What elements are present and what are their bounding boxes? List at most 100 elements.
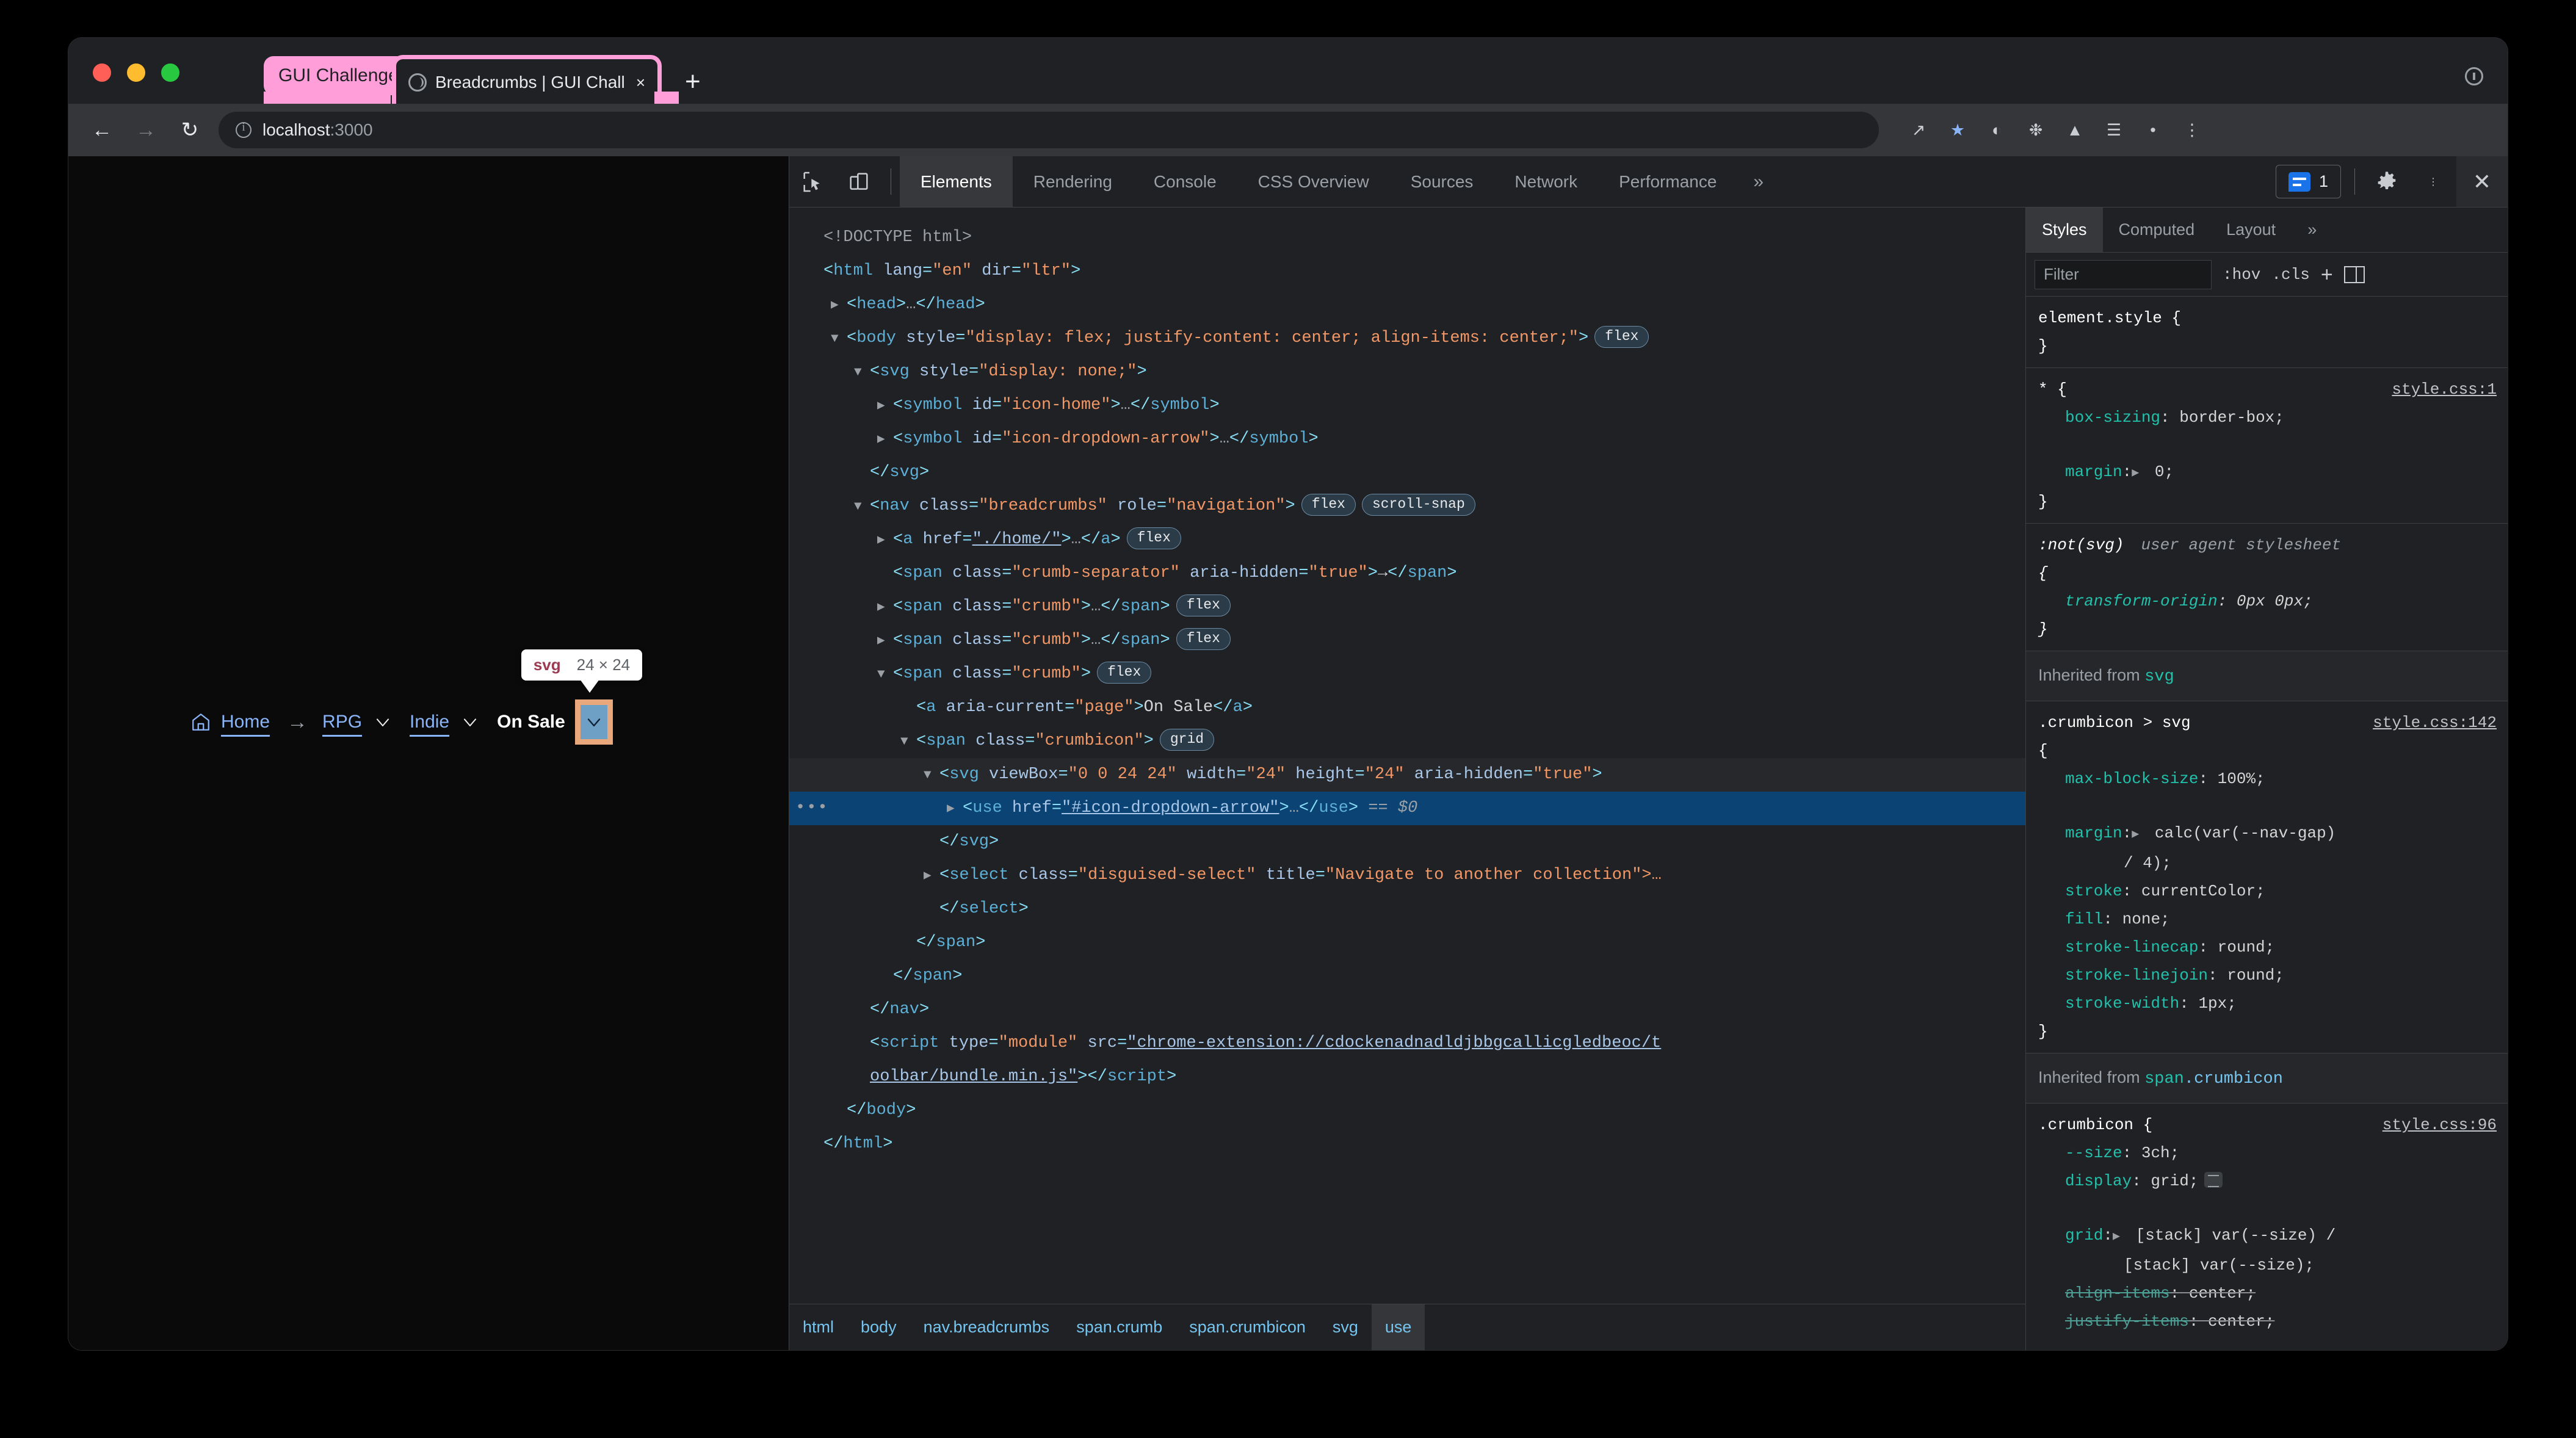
layout-badge-flex[interactable]: flex <box>1097 662 1152 684</box>
tab-computed[interactable]: Computed <box>2103 208 2211 252</box>
css-declaration[interactable]: margin: ▶ 0; <box>2038 432 2508 488</box>
css-property-name[interactable]: align-items <box>2065 1284 2170 1303</box>
dom-node-row[interactable]: ▶ <span class="crumb">…</span> flex <box>789 624 2025 657</box>
dom-node-row[interactable]: ▼ <svg viewBox="0 0 24 24" width="24" hei… <box>789 758 2025 792</box>
css-property-name[interactable]: stroke <box>2065 882 2122 900</box>
css-property-name[interactable]: max-block-size <box>2065 770 2198 788</box>
minimize-window-button[interactable] <box>127 63 145 82</box>
inspect-element-button[interactable] <box>789 156 836 207</box>
tab-performance[interactable]: Performance <box>1598 156 1737 207</box>
dom-breadcrumb-item[interactable]: body <box>847 1304 910 1350</box>
css-declaration[interactable]: stroke: currentColor; <box>2038 877 2508 905</box>
expand-triangle-icon[interactable]: ▶ <box>877 389 893 423</box>
expand-triangle-icon[interactable]: ▶ <box>924 859 939 893</box>
collapse-triangle-icon[interactable]: ▼ <box>831 322 847 356</box>
css-property-value[interactable]: center; <box>2198 1312 2274 1331</box>
css-property-value[interactable]: currentColor; <box>2132 882 2265 900</box>
star-icon[interactable]: ★ <box>1946 118 1969 142</box>
layout-badge-flex[interactable]: flex <box>1594 326 1649 348</box>
dom-node-row[interactable]: </span> <box>789 926 2025 959</box>
css-property-value[interactable]: center; <box>2179 1284 2256 1303</box>
css-property-name[interactable]: stroke-linecap <box>2065 938 2198 956</box>
css-declaration[interactable]: place-items: ▶ center; <box>2038 1335 2508 1350</box>
css-declaration[interactable]: grid: ▶ [stack] var(--size) / <box>2038 1195 2508 1251</box>
close-icon[interactable]: × <box>634 74 648 90</box>
css-rule[interactable]: .crumbicon > svg style.css:142 {max-block-… <box>2026 701 2508 1053</box>
shield-icon[interactable]: ◐ <box>1985 118 2008 142</box>
tab-search-icon[interactable] <box>2465 67 2483 85</box>
css-declaration[interactable]: align-items: center; <box>2038 1279 2508 1307</box>
maximize-window-button[interactable] <box>161 63 179 82</box>
dom-node-row[interactable]: ▶ <symbol id="icon-dropdown-arrow">…</sym… <box>789 422 2025 456</box>
settings-button[interactable] <box>2364 156 2410 207</box>
expand-triangle-icon[interactable]: ▶ <box>947 792 963 826</box>
grid-overlay-badge[interactable] <box>2204 1172 2223 1188</box>
styles-rules-list[interactable]: element.style {} * {style.css:1 box-sizing… <box>2026 297 2508 1350</box>
forward-button[interactable]: → <box>131 115 161 145</box>
dom-node-row[interactable]: <span class="crumb-separator" aria-hidde… <box>789 557 2025 590</box>
breadcrumb-indie[interactable]: Indie <box>410 711 481 733</box>
css-property-name[interactable]: transform-origin <box>2065 592 2218 610</box>
collapse-triangle-icon[interactable]: ▼ <box>900 725 916 759</box>
expand-triangle-icon[interactable]: ▶ <box>877 591 893 624</box>
css-property-name[interactable]: stroke-linejoin <box>2065 966 2208 985</box>
css-property-value[interactable]: grid; <box>2141 1172 2198 1190</box>
css-declaration[interactable]: stroke-linejoin: round; <box>2038 961 2508 989</box>
profile-icon[interactable]: ▲ <box>2063 118 2086 142</box>
kebab-icon[interactable]: ⋮ <box>2180 118 2204 142</box>
css-selector[interactable]: .crumbicon { <box>2038 1111 2152 1139</box>
breadcrumb-label-indie[interactable]: Indie <box>410 712 449 732</box>
dom-node-row[interactable]: ▶ <symbol id="icon-home">…</symbol> <box>789 389 2025 422</box>
mic-icon[interactable]: • <box>2141 118 2165 142</box>
reload-button[interactable]: ↻ <box>175 115 205 145</box>
css-property-name[interactable]: margin <box>2065 824 2122 842</box>
css-property-name[interactable]: --size <box>2065 1144 2122 1162</box>
css-property-value[interactable]: round; <box>2208 938 2275 956</box>
tab-styles[interactable]: Styles <box>2026 208 2103 252</box>
breadcrumb-label-home[interactable]: Home <box>221 712 270 732</box>
dom-node-row[interactable]: ▼ <nav class="breadcrumbs" role="navigati… <box>789 490 2025 523</box>
css-property-value[interactable]: 100%; <box>2208 770 2265 788</box>
layout-badge-flex[interactable]: flex <box>1176 628 1231 650</box>
tab-elements[interactable]: Elements <box>900 156 1013 207</box>
css-rule[interactable]: * {style.css:1 box-sizing: border-box; mar… <box>2026 368 2508 524</box>
dom-node-row[interactable]: ▶ <select class="disguised-select" title=… <box>789 859 2025 892</box>
css-declaration[interactable]: transform-origin: 0px 0px; <box>2038 587 2508 615</box>
back-button[interactable]: ← <box>87 115 117 145</box>
css-selector[interactable]: :not(svg) <box>2038 531 2124 559</box>
css-declaration[interactable]: stroke-linecap: round; <box>2038 933 2508 961</box>
share-icon[interactable]: ↗ <box>1907 118 1930 142</box>
dom-tree[interactable]: <!DOCTYPE html> <html lang="en" dir="ltr… <box>789 208 2025 1304</box>
dom-node-row[interactable]: ▼ <svg style="display: none;"> <box>789 355 2025 389</box>
dom-node-row[interactable]: ▶ <a href="./home/">…</a> flex <box>789 523 2025 557</box>
css-selector[interactable]: * { <box>2038 375 2067 403</box>
css-property-value[interactable]: none; <box>2113 910 2170 928</box>
site-info-icon[interactable] <box>236 121 251 138</box>
dom-node-row[interactable]: </span> <box>789 959 2025 993</box>
tab-network[interactable]: Network <box>1494 156 1598 207</box>
dom-node-row[interactable]: </body> <box>789 1094 2025 1127</box>
dom-node-row[interactable]: </html> <box>789 1127 2025 1161</box>
breadcrumb-label-rpg[interactable]: RPG <box>322 712 362 732</box>
dom-node-row[interactable]: </nav> <box>789 993 2025 1027</box>
breadcrumb-home[interactable]: Home <box>190 712 270 732</box>
css-rule[interactable]: :not(svg) user agent stylesheet {transform… <box>2026 524 2508 651</box>
tab-console[interactable]: Console <box>1133 156 1237 207</box>
chevron-down-icon[interactable] <box>459 711 481 733</box>
expand-triangle-icon[interactable]: ▶ <box>2113 1195 2126 1251</box>
dom-node-row[interactable]: ▶ <head>…</head> <box>789 288 2025 322</box>
new-style-rule-button[interactable]: + <box>2321 264 2333 285</box>
address-bar[interactable]: localhost:3000 <box>219 112 1879 148</box>
styles-more-tabs-icon[interactable]: » <box>2292 208 2332 252</box>
css-rule[interactable]: .crumbicon {style.css:96 --size: 3ch; disp… <box>2026 1104 2508 1350</box>
css-rule[interactable]: element.style {} <box>2026 297 2508 368</box>
dom-node-row[interactable]: ••• ▶ <use href="#icon-dropdown-arrow">…</… <box>789 792 2025 825</box>
css-declaration[interactable]: justify-items: center; <box>2038 1307 2508 1335</box>
layout-badge-flex[interactable]: flex <box>1176 594 1231 616</box>
css-property-value[interactable]: calc(var(--nav-gap) <box>2145 824 2335 842</box>
layout-badge-scroll-snap[interactable]: scroll-snap <box>1361 494 1475 516</box>
chevron-down-icon[interactable] <box>372 711 394 733</box>
css-declaration[interactable]: max-block-size: 100%; <box>2038 765 2508 793</box>
tab-breadcrumbs[interactable]: Breadcrumbs | GUI Challenges × <box>392 55 662 105</box>
issues-button[interactable]: 1 <box>2275 165 2341 198</box>
